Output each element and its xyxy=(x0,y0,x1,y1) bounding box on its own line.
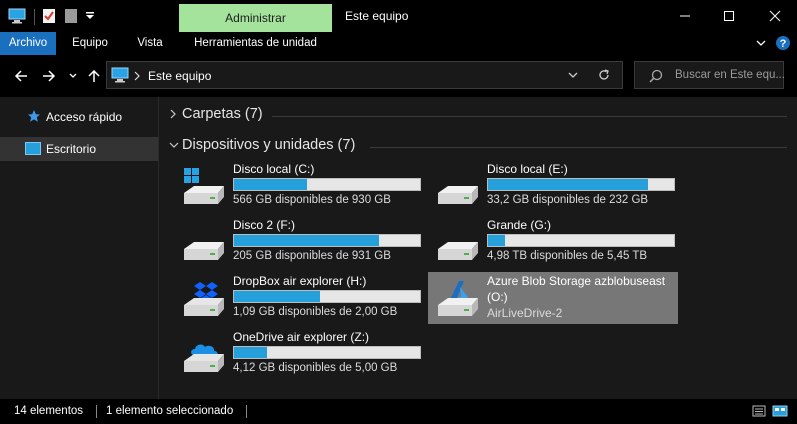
ribbon-tabs: Archivo Equipo Vista Herramientas de uni… xyxy=(0,32,797,55)
breadcrumb-chevron-icon[interactable] xyxy=(133,70,141,84)
tab-equipo[interactable]: Equipo xyxy=(62,32,118,55)
drive-z[interactable]: OneDrive air explorer (Z:) 4,12 GB dispo… xyxy=(174,328,424,380)
group-divider xyxy=(370,147,787,148)
breadcrumb[interactable]: Este equipo xyxy=(148,69,211,83)
drive-usage-bar xyxy=(233,178,421,191)
tab-administrar[interactable]: Administrar xyxy=(179,4,332,32)
tab-vista[interactable]: Vista xyxy=(124,32,176,55)
drive-e[interactable]: Disco local (E:) 33,2 GB disponibles de … xyxy=(428,160,678,212)
drive-h[interactable]: DropBox air explorer (H:) 1,09 GB dispon… xyxy=(174,272,424,324)
drive-name: DropBox air explorer (H:) xyxy=(233,274,367,288)
drive-letter: (O:) xyxy=(487,290,508,304)
drive-usage-bar xyxy=(233,290,421,303)
drive-usage-bar xyxy=(487,178,675,191)
status-divider xyxy=(96,405,97,418)
drive-g[interactable]: Grande (G:) 4,98 TB disponibles de 5,45 … xyxy=(428,216,678,268)
dropbox-drive-icon xyxy=(180,278,226,322)
sidebar-item-label: Acceso rápido xyxy=(46,110,123,124)
drive-free-space: 205 GB disponibles de 931 GB xyxy=(233,250,391,262)
drive-usage-bar xyxy=(487,234,675,247)
drive-usage-bar xyxy=(233,234,421,247)
drive-usage-fill xyxy=(488,179,648,190)
drive-free-space: 33,2 GB disponibles de 232 GB xyxy=(487,194,649,206)
drive-usage-fill xyxy=(234,347,268,358)
drive-icon xyxy=(434,166,480,210)
drive-usage-fill xyxy=(234,179,307,190)
drive-name: Disco local (C:) xyxy=(233,162,315,176)
search-input[interactable]: Buscar en Este equ... xyxy=(634,61,785,89)
drive-icon xyxy=(180,222,226,266)
drive-free-space: 1,09 GB disponibles de 2,00 GB xyxy=(233,306,398,318)
drive-free-space: 566 GB disponibles de 930 GB xyxy=(233,194,391,206)
drive-name: Disco local (E:) xyxy=(487,162,568,176)
status-divider xyxy=(246,405,247,418)
forward-button[interactable] xyxy=(38,65,60,87)
drive-name: Azure Blob Storage azblobuseast xyxy=(487,274,666,288)
desktop-icon xyxy=(25,142,41,159)
drive-name: OneDrive air explorer (Z:) xyxy=(233,330,370,344)
drive-usage-fill xyxy=(488,235,505,246)
drive-subtitle: AirLiveDrive-2 xyxy=(487,306,563,320)
tiles-view-icon[interactable] xyxy=(772,404,788,421)
group-header-dispositivos[interactable]: Dispositivos y unidades (7) xyxy=(160,135,640,157)
selection-count: 1 elemento seleccionado xyxy=(106,405,234,417)
group-header-carpetas[interactable]: Carpetas (7) xyxy=(160,104,640,126)
drive-name: Grande (G:) xyxy=(487,218,552,232)
quick-access-separator xyxy=(34,9,35,25)
title-bar: Administrar Este equipo xyxy=(0,0,797,32)
svg-text:?: ? xyxy=(780,38,787,50)
drive-name: Disco 2 (F:) xyxy=(233,218,296,232)
address-history-chevron-icon[interactable] xyxy=(567,69,579,84)
up-button[interactable] xyxy=(83,65,105,87)
drive-c[interactable]: Disco local (C:) 566 GB disponibles de 9… xyxy=(174,160,424,212)
group-divider xyxy=(272,116,787,117)
chevron-down-icon xyxy=(168,138,180,155)
drive-usage-bar xyxy=(233,346,421,359)
properties-icon[interactable] xyxy=(42,8,56,24)
customize-quick-access-icon[interactable] xyxy=(85,10,95,26)
content-pane: Carpetas (7) Dispositivos y unidades (7)… xyxy=(160,97,797,399)
maximize-button[interactable] xyxy=(706,0,751,32)
address-bar[interactable]: Este equipo xyxy=(106,61,623,89)
group-title: Carpetas (7) xyxy=(182,106,263,122)
windows-drive-icon xyxy=(180,166,226,210)
drive-icon xyxy=(434,222,480,266)
drive-free-space: 4,12 GB disponibles de 5,00 GB xyxy=(233,362,398,374)
status-bar: 14 elementos 1 elemento seleccionado xyxy=(0,399,797,424)
back-button[interactable] xyxy=(10,65,32,87)
azure-drive-icon xyxy=(434,278,480,322)
item-count: 14 elementos xyxy=(14,405,84,417)
group-title: Dispositivos y unidades (7) xyxy=(182,137,356,153)
computer-icon xyxy=(111,67,129,86)
refresh-icon[interactable] xyxy=(597,68,611,85)
drive-free-space: 4,98 TB disponibles de 5,45 TB xyxy=(487,250,648,262)
new-folder-icon[interactable] xyxy=(64,8,78,24)
navigation-pane: Acceso rápido Escritorio xyxy=(0,97,159,399)
help-icon[interactable]: ? xyxy=(775,35,791,51)
tab-herramientas-de-unidad[interactable]: Herramientas de unidad xyxy=(183,32,328,55)
star-icon xyxy=(27,109,41,126)
tab-archivo[interactable]: Archivo xyxy=(0,32,56,55)
chevron-right-icon xyxy=(168,107,178,124)
onedrive-drive-icon xyxy=(180,334,226,378)
sidebar-item-label: Escritorio xyxy=(46,142,97,156)
drive-usage-fill xyxy=(234,291,320,302)
search-placeholder: Buscar en Este equ... xyxy=(675,69,785,81)
details-view-icon[interactable] xyxy=(752,404,766,421)
sidebar-item-escritorio[interactable]: Escritorio xyxy=(0,137,158,161)
sidebar-item-acceso-rapido[interactable]: Acceso rápido xyxy=(0,105,158,129)
minimize-button[interactable] xyxy=(662,0,707,32)
computer-icon xyxy=(8,8,26,24)
drive-f[interactable]: Disco 2 (F:) 205 GB disponibles de 931 G… xyxy=(174,216,424,268)
close-button[interactable] xyxy=(752,0,797,32)
drive-o[interactable]: Azure Blob Storage azblobuseast (O:) Air… xyxy=(428,272,678,324)
drive-usage-fill xyxy=(234,235,380,246)
chevron-down-icon[interactable] xyxy=(755,35,767,51)
recent-locations-button[interactable] xyxy=(62,65,84,87)
window-title: Este equipo xyxy=(345,9,409,23)
search-icon xyxy=(649,69,663,86)
